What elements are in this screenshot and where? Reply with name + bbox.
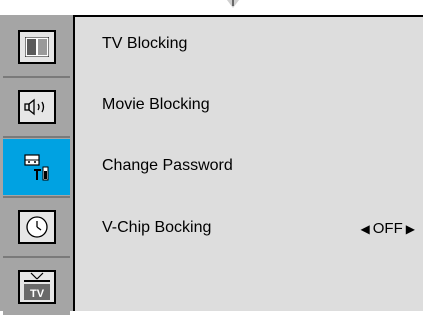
sidebar-item-setup[interactable] <box>3 139 70 195</box>
sidebar-item-picture[interactable] <box>3 19 70 75</box>
tv-icon-label: TV <box>29 288 44 300</box>
scroll-up-arrow-icon <box>227 0 239 8</box>
sidebar-divider <box>3 196 70 198</box>
sidebar: TV <box>0 15 73 315</box>
setup-icon <box>17 150 56 184</box>
sidebar-divider <box>3 76 70 78</box>
sidebar-item-clock[interactable] <box>3 199 70 255</box>
clock-icon <box>17 210 56 244</box>
sidebar-item-tv[interactable]: TV <box>3 259 70 315</box>
menu-item-tv-blocking[interactable]: TV Blocking <box>102 35 187 53</box>
v-chip-value: OFF <box>372 220 403 237</box>
v-chip-value-selector[interactable]: ◀ OFF ▶ <box>361 220 415 237</box>
sidebar-divider <box>3 136 70 138</box>
menu-item-change-password[interactable]: Change Password <box>102 157 233 175</box>
sidebar-divider <box>3 256 70 258</box>
menu-item-movie-blocking[interactable]: Movie Blocking <box>102 96 210 114</box>
sound-icon <box>17 90 56 124</box>
tv-icon: TV <box>17 270 56 304</box>
sidebar-item-sound[interactable] <box>3 79 70 135</box>
menu-item-v-chip-blocking[interactable]: V-Chip Bocking <box>102 219 211 237</box>
picture-icon <box>17 30 56 64</box>
right-arrow-icon[interactable]: ▶ <box>406 222 415 236</box>
menu-panel: TV Blocking Movie Blocking Change Passwo… <box>73 15 423 311</box>
left-arrow-icon[interactable]: ◀ <box>361 222 370 236</box>
